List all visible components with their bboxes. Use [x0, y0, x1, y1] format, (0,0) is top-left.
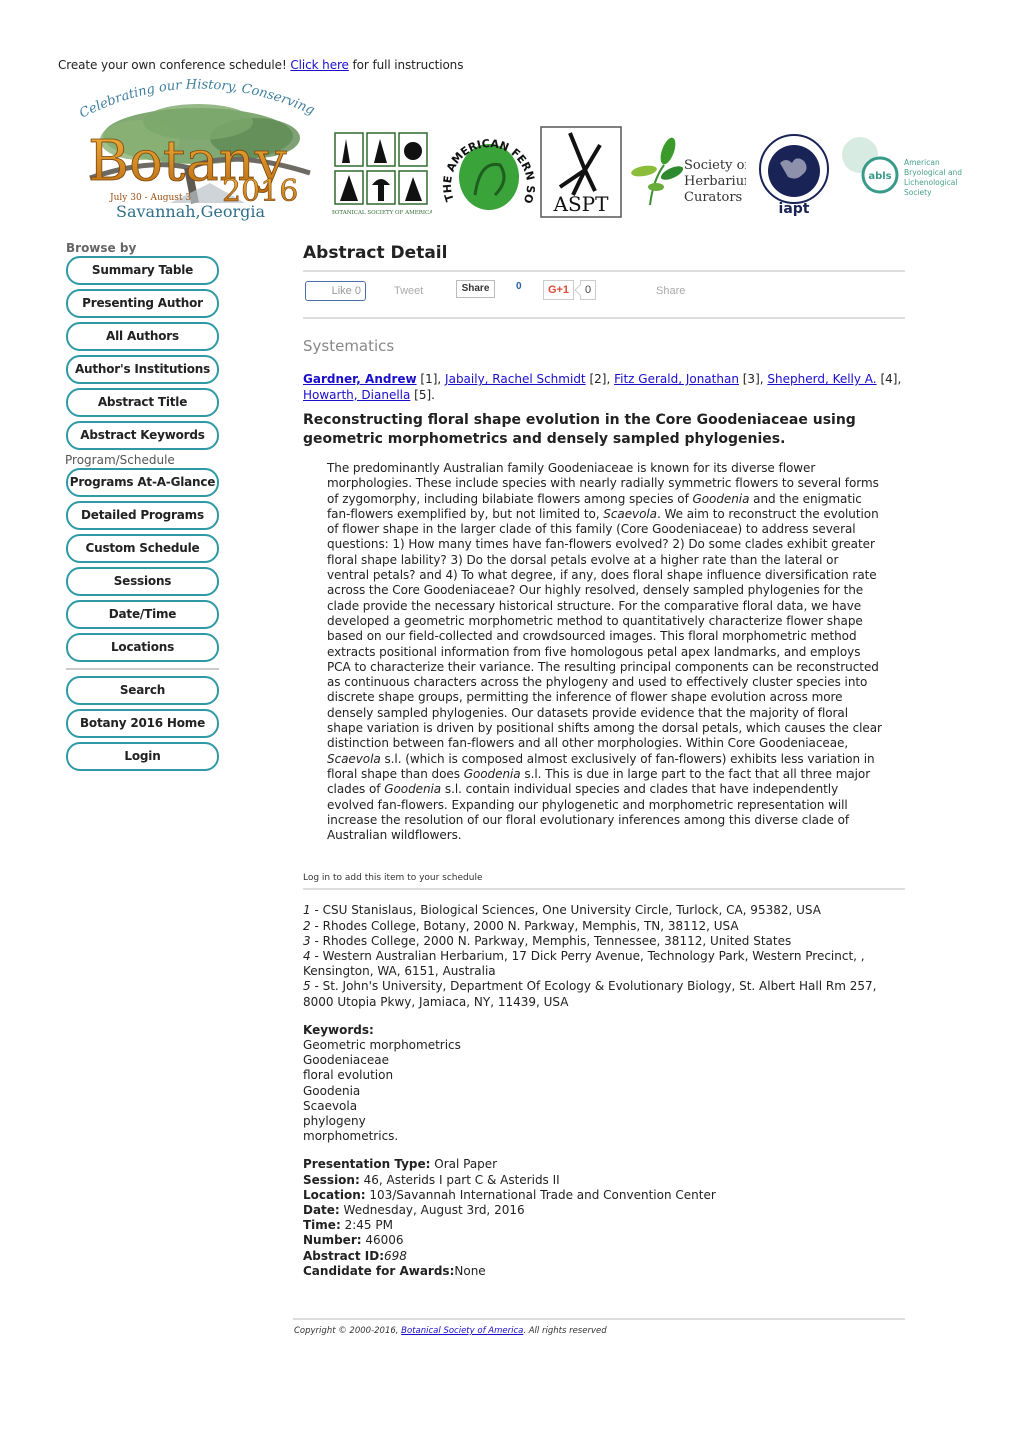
google-plus-button[interactable]: G+1 — [543, 280, 574, 300]
number-info: Number: 46006 — [303, 1233, 404, 1248]
summary-table-button[interactable]: Summary Table — [66, 256, 219, 285]
abstract-title-button[interactable]: Abstract Title — [66, 388, 219, 417]
authors-institutions-button[interactable]: Author's Institutions — [66, 355, 219, 384]
date-info: Date: Wednesday, August 3rd, 2016 — [303, 1203, 525, 1218]
svg-text:abls: abls — [868, 171, 891, 182]
all-authors-button[interactable]: All Authors — [66, 322, 219, 351]
author-link[interactable]: Fitz Gerald, Jonathan — [614, 372, 739, 386]
sidebar-divider — [66, 668, 219, 670]
browse-by-heading: Browse by — [66, 241, 137, 255]
program-schedule-heading: Program/Schedule — [65, 453, 175, 467]
svg-text:American Bryological and: American Bryological and Lichenological … — [904, 158, 962, 197]
keyword: phylogeny — [303, 1114, 366, 1129]
date-time-button[interactable]: Date/Time — [66, 600, 219, 629]
presenting-author-button[interactable]: Presenting Author — [66, 289, 219, 318]
abstract-detail-content: Abstract Detail Like 0 Tweet Share 0 G+1… — [303, 240, 905, 1279]
detailed-programs-button[interactable]: Detailed Programs — [66, 501, 219, 530]
share-button[interactable]: Share — [656, 285, 685, 297]
sidebar-nav: Browse by Summary Table Presenting Autho… — [64, 240, 220, 775]
genus-name: Goodenia — [692, 491, 750, 506]
session-category: Systematics — [303, 337, 395, 355]
keyword: Goodenia — [303, 1083, 361, 1098]
tweet-button[interactable]: Tweet — [394, 285, 423, 297]
genus-name: Scaevola — [327, 751, 381, 766]
social-share-bar: Like 0 Tweet Share 0 G+1 0 Share — [303, 272, 905, 317]
login-to-schedule-note: Log in to add this item to your schedule — [303, 873, 483, 884]
partner-logos: BOTANICAL SOCIETY OF AMERICA THE AMERICA… — [332, 125, 962, 220]
keyword: Scaevola — [303, 1098, 358, 1113]
botany-2016-logo: Celebrating our History, Conserving our … — [70, 78, 321, 221]
linkedin-share-button[interactable]: Share — [456, 280, 495, 298]
page-title: Abstract Detail — [303, 243, 448, 263]
presentation-type: Presentation Type: Oral Paper — [303, 1157, 498, 1172]
sessions-button[interactable]: Sessions — [66, 567, 219, 596]
abstract-body: The predominantly Australian family Good… — [327, 461, 882, 843]
abstract-id-info: Abstract ID:698 — [303, 1248, 407, 1263]
search-button[interactable]: Search — [66, 676, 219, 705]
locations-button[interactable]: Locations — [66, 633, 219, 662]
author-link[interactable]: Shepherd, Kelly A. — [767, 372, 876, 386]
conference-location: Savannah,Georgia — [116, 202, 266, 221]
genus-name: Scaevola — [603, 506, 657, 521]
time-info: Time: 2:45 PM — [303, 1218, 393, 1233]
share-count: 0 — [516, 281, 522, 292]
affiliations-divider — [303, 888, 905, 891]
keywords-section: Keywords: Geometric morphometrics Gooden… — [303, 1023, 905, 1145]
abstract-title: Reconstructing floral shape evolution in… — [303, 412, 856, 447]
affiliation-item: 5 - St. John's University, Department Of… — [303, 979, 877, 1009]
iapt-logo: iapt — [759, 134, 829, 217]
bsa-footer-link[interactable]: Botanical Society of America — [401, 1326, 523, 1336]
society-of-herbarium-curators-logo: Society of Herbarium Curators — [631, 137, 746, 206]
presentation-details: Presentation Type: Oral Paper Session: 4… — [303, 1157, 905, 1279]
svg-text:Society of Herbarium: Society of Herbarium Curators — [684, 158, 746, 205]
facebook-like-button[interactable]: Like 0 — [305, 281, 366, 301]
copyright-notice: Copyright © 2000-2016, Botanical Society… — [294, 1326, 607, 1336]
affiliation-item: 2 - Rhodes College, Botany, 2000 N. Park… — [303, 918, 739, 933]
session-info: Session: 46, Asterids I part C & Asterid… — [303, 1172, 560, 1187]
bsa-logo: BOTANICAL SOCIETY OF AMERICA — [332, 132, 432, 216]
programs-at-a-glance-button[interactable]: Programs At-A-Glance — [66, 468, 219, 497]
affiliation-item: 1 - CSU Stanislaus, Biological Sciences,… — [303, 903, 821, 918]
genus-name: Goodenia — [463, 766, 521, 781]
google-plus-count: 0 — [580, 280, 596, 300]
botany-2016-home-button[interactable]: Botany 2016 Home — [66, 709, 219, 738]
keyword: floral evolution — [303, 1068, 394, 1083]
awards-info: Candidate for Awards:None — [303, 1263, 486, 1278]
affiliation-item: 3 - Rhodes College, 2000 N. Parkway, Mem… — [303, 933, 792, 948]
author-link[interactable]: Gardner, Andrew — [303, 372, 417, 386]
svg-text:ASPT: ASPT — [553, 192, 610, 216]
login-button[interactable]: Login — [66, 742, 219, 771]
author-list: Gardner, Andrew [1], Jabaily, Rachel Sch… — [303, 372, 902, 402]
keyword: Geometric morphometrics — [303, 1038, 461, 1053]
keyword: morphometrics. — [303, 1129, 399, 1144]
social-divider — [303, 317, 905, 319]
abstract-keywords-button[interactable]: Abstract Keywords — [66, 421, 219, 450]
keyword: Goodeniaceae — [303, 1053, 389, 1068]
genus-name: Goodenia — [384, 782, 442, 797]
affiliation-item: 4 - Western Australian Herbarium, 17 Dic… — [303, 949, 865, 979]
author-link[interactable]: Howarth, Dianella — [303, 388, 410, 402]
abls-logo: abls American Bryological and Lichenolog… — [842, 137, 962, 197]
schedule-instructions: Create your own conference schedule! Cli… — [58, 58, 464, 72]
svg-text:iapt: iapt — [779, 201, 810, 217]
american-fern-society-logo: THE AMERICAN FERN SOCIETY — [440, 125, 537, 210]
footer-divider — [293, 1318, 905, 1320]
aspt-logo: ASPT — [540, 126, 622, 218]
keywords-label: Keywords: — [303, 1022, 374, 1037]
affiliations-list: 1 - CSU Stanislaus, Biological Sciences,… — [303, 903, 905, 1009]
location-info: Location: 103/Savannah International Tra… — [303, 1187, 716, 1202]
custom-schedule-button[interactable]: Custom Schedule — [66, 534, 219, 563]
svg-text:BOTANICAL SOCIETY OF AMERICA: BOTANICAL SOCIETY OF AMERICA — [332, 210, 432, 216]
click-here-link[interactable]: Click here — [290, 58, 349, 72]
author-link[interactable]: Jabaily, Rachel Schmidt — [445, 372, 586, 386]
